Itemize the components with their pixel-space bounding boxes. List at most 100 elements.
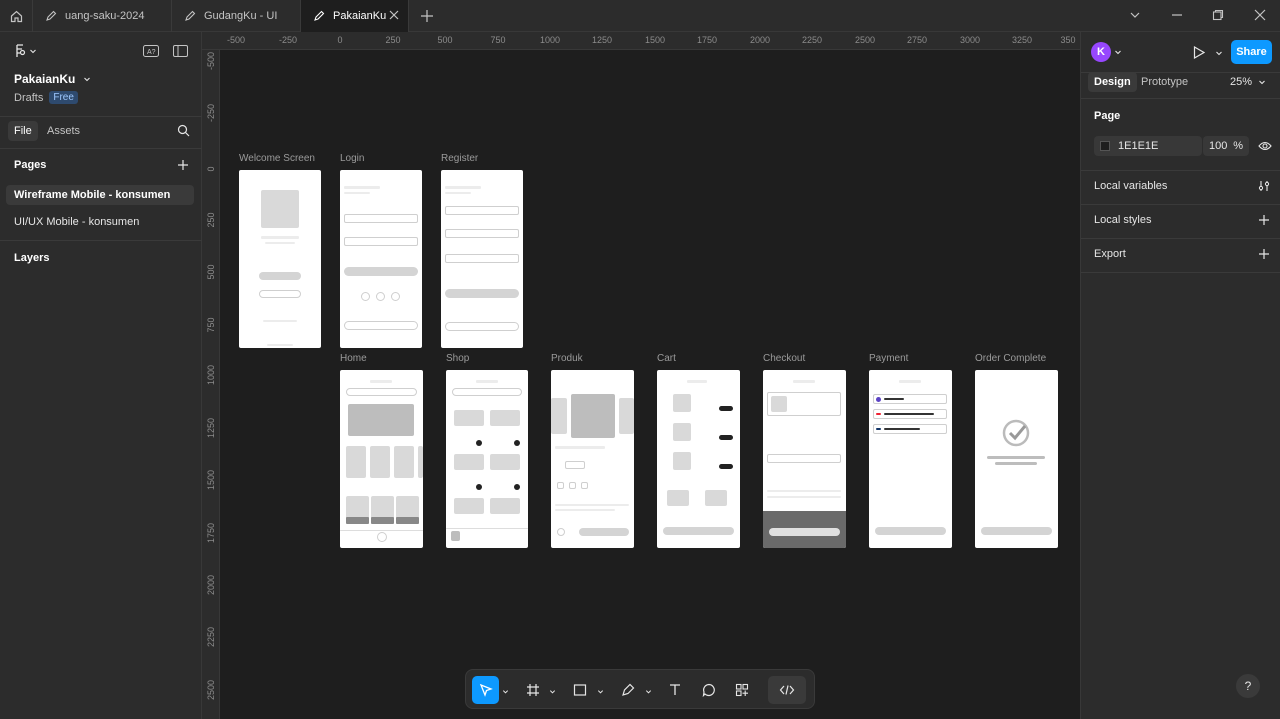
frame-label-payment[interactable]: Payment: [869, 353, 908, 364]
draft-icon: [46, 10, 57, 21]
present-play-icon[interactable]: [1193, 46, 1205, 59]
restore-icon[interactable]: [1211, 8, 1225, 22]
frame-label-register[interactable]: Register: [441, 153, 478, 164]
order-item-image: [771, 396, 787, 412]
proceed-button: [769, 528, 840, 536]
search-icon[interactable]: [177, 124, 190, 137]
tab-pakaianku[interactable]: PakaianKu: [301, 0, 409, 32]
chevron-down-icon[interactable]: [502, 688, 509, 695]
variables-adjust-icon[interactable]: [1258, 180, 1270, 192]
actions-tool-button[interactable]: [731, 676, 753, 704]
frame-hash-icon: [527, 684, 539, 696]
frame-produk[interactable]: [551, 370, 634, 548]
tab-design[interactable]: Design: [1088, 72, 1137, 92]
frame-label-home[interactable]: Home: [340, 353, 367, 364]
frame-label-produk[interactable]: Produk: [551, 353, 583, 364]
tab-label: uang-saku-2024: [65, 10, 145, 22]
frame-login[interactable]: [340, 170, 422, 348]
frame-label-welcome[interactable]: Welcome Screen: [239, 153, 315, 164]
frame-order-complete[interactable]: [975, 370, 1058, 548]
chevron-down-icon[interactable]: [1215, 49, 1223, 57]
add-style-plus-icon[interactable]: [1258, 214, 1270, 226]
frame-label-shop[interactable]: Shop: [446, 353, 469, 364]
tab-uang-saku-2024[interactable]: uang-saku-2024: [33, 0, 172, 32]
local-styles-label[interactable]: Local styles: [1094, 214, 1151, 226]
new-tab-plus-icon[interactable]: [420, 9, 434, 23]
rectangle-tool-button[interactable]: [569, 676, 591, 704]
text-line: [344, 186, 380, 189]
comment-tool-button[interactable]: [698, 676, 720, 704]
draft-icon: [185, 10, 196, 21]
home-tab[interactable]: [0, 0, 33, 32]
help-button[interactable]: ?: [1236, 674, 1260, 698]
chevron-down-icon[interactable]: [1128, 8, 1142, 22]
page-item-wireframe-mobile[interactable]: Wireframe Mobile - konsumen: [6, 185, 194, 205]
card-footer: [396, 517, 419, 524]
zoom-dropdown[interactable]: 25%: [1230, 76, 1266, 88]
frame-label-cart[interactable]: Cart: [657, 353, 676, 364]
tab-prototype[interactable]: Prototype: [1141, 76, 1188, 88]
frame-label-login[interactable]: Login: [340, 153, 364, 164]
frame-tool-button[interactable]: [522, 676, 544, 704]
frame-label-checkout[interactable]: Checkout: [763, 353, 805, 364]
file-location[interactable]: Drafts: [14, 92, 43, 104]
canvas[interactable]: Welcome Screen Login Register Home Shop …: [220, 50, 1080, 719]
chevron-down-icon[interactable]: [597, 688, 604, 695]
export-label[interactable]: Export: [1094, 248, 1126, 260]
local-variables-label[interactable]: Local variables: [1094, 180, 1167, 192]
search-bar: [452, 388, 522, 396]
add-page-plus-icon[interactable]: [177, 159, 189, 171]
page-item-uiux-mobile[interactable]: UI/UX Mobile - konsumen: [6, 212, 194, 232]
frame-shop[interactable]: [446, 370, 528, 548]
text-line: [767, 496, 841, 498]
avatar-menu[interactable]: K: [1091, 42, 1122, 62]
dev-mode-toggle[interactable]: [768, 676, 806, 704]
color-swatch[interactable]: [1100, 141, 1110, 151]
window-close-icon[interactable]: [1253, 8, 1267, 22]
close-icon[interactable]: [388, 9, 400, 21]
ai-assistant-icon[interactable]: A?: [143, 45, 159, 57]
tab-gudangku-ui[interactable]: GudangKu - UI: [172, 0, 301, 32]
tab-file[interactable]: File: [8, 121, 38, 141]
zoom-value: 25%: [1230, 76, 1253, 88]
shipping-select: [767, 454, 841, 463]
text-line: [261, 236, 299, 239]
ruler-tick: 350: [1060, 35, 1076, 45]
divider: [1081, 98, 1280, 99]
file-name-button[interactable]: PakaianKu: [14, 72, 91, 86]
share-button[interactable]: Share: [1231, 40, 1272, 64]
ruler-tick: 1250: [206, 417, 216, 438]
visibility-eye-icon[interactable]: [1258, 140, 1272, 152]
cart-item-image: [673, 452, 691, 470]
add-export-plus-icon[interactable]: [1258, 248, 1270, 260]
chevron-down-icon[interactable]: [549, 688, 556, 695]
text-tool-button[interactable]: [664, 676, 686, 704]
svg-text:A?: A?: [147, 49, 156, 56]
frame-payment[interactable]: [869, 370, 952, 548]
card-footer: [346, 517, 369, 524]
frame-home[interactable]: [340, 370, 423, 548]
main-menu-button[interactable]: [14, 44, 37, 58]
recommend-card: [705, 490, 727, 506]
frame-checkout[interactable]: [763, 370, 846, 548]
text-line: [445, 186, 481, 189]
text-line: [344, 192, 370, 194]
frame-cart[interactable]: [657, 370, 740, 548]
chevron-down-icon[interactable]: [645, 688, 652, 695]
pen-tool-button[interactable]: [617, 676, 639, 704]
tab-bar: uang-saku-2024 GudangKu - UI PakaianKu: [0, 0, 1280, 32]
frame-register[interactable]: [441, 170, 523, 348]
add-to-cart-button: [579, 528, 629, 536]
minimize-icon[interactable]: [1170, 8, 1184, 22]
tab-assets[interactable]: Assets: [47, 125, 80, 137]
frame-label-order-complete[interactable]: Order Complete: [975, 353, 1046, 364]
ruler-tick: -250: [206, 103, 216, 122]
ruler-tick: 500: [206, 264, 216, 280]
divider: [0, 148, 202, 149]
add-icon: [514, 440, 520, 446]
move-tool-button[interactable]: [472, 676, 499, 704]
frame-welcome-screen[interactable]: [239, 170, 321, 348]
opacity-field[interactable]: 100 %: [1203, 136, 1249, 156]
page-bg-color-field[interactable]: 1E1E1E: [1094, 136, 1202, 156]
sidebar-toggle-icon[interactable]: [173, 45, 188, 57]
